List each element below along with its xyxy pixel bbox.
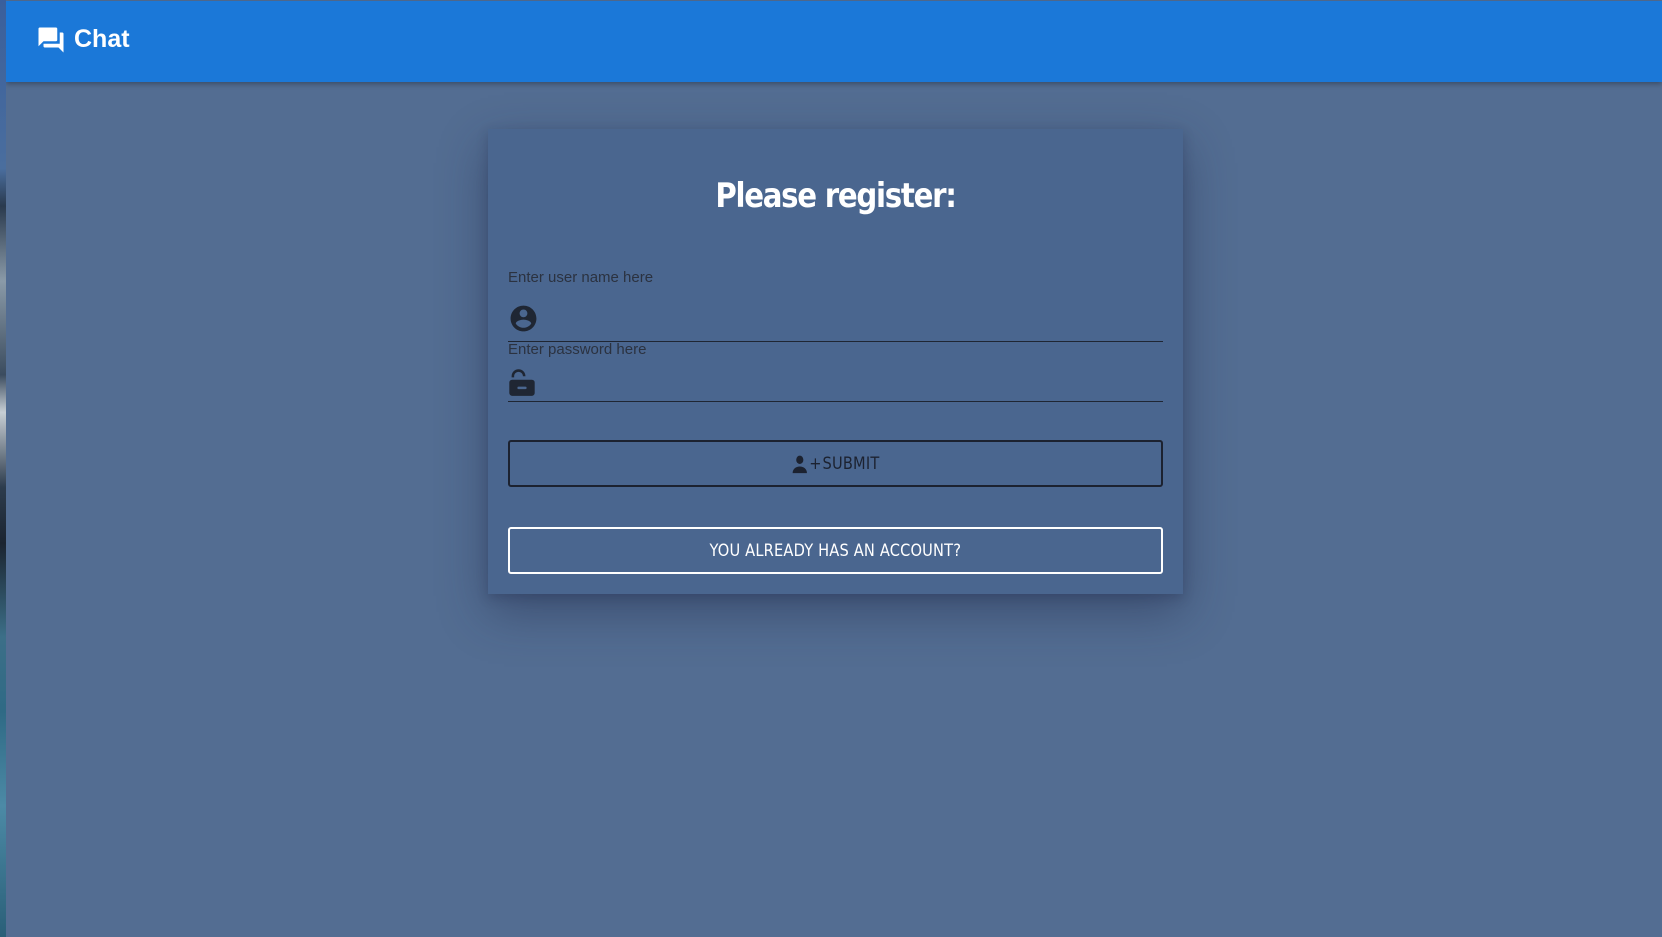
submit-button[interactable]: + SUBMIT <box>508 440 1163 487</box>
desktop-background-strip <box>0 0 6 937</box>
username-field-row <box>508 296 1163 342</box>
register-card: Please register: Enter user name here En… <box>488 129 1183 594</box>
app-brand[interactable]: Chat <box>36 25 130 55</box>
forum-icon <box>36 25 66 55</box>
account-circle-icon <box>508 303 539 334</box>
already-have-account-label: YOU ALREADY HAS AN ACCOUNT? <box>709 540 962 561</box>
plus-glyph: + <box>809 453 822 474</box>
password-label: Enter password here <box>508 341 647 358</box>
username-input[interactable] <box>549 308 1163 329</box>
password-input[interactable] <box>546 372 1163 392</box>
app-title: Chat <box>74 25 130 53</box>
password-field-row <box>508 363 1163 402</box>
page-title: Please register: <box>715 176 957 216</box>
already-have-account-button[interactable]: YOU ALREADY HAS AN ACCOUNT? <box>508 527 1163 574</box>
submit-label: SUBMIT <box>822 453 880 474</box>
person-add-icon: + <box>791 454 822 474</box>
username-label: Enter user name here <box>508 269 654 286</box>
app-bar: Chat <box>6 1 1662 82</box>
lock-open-icon <box>508 367 536 397</box>
